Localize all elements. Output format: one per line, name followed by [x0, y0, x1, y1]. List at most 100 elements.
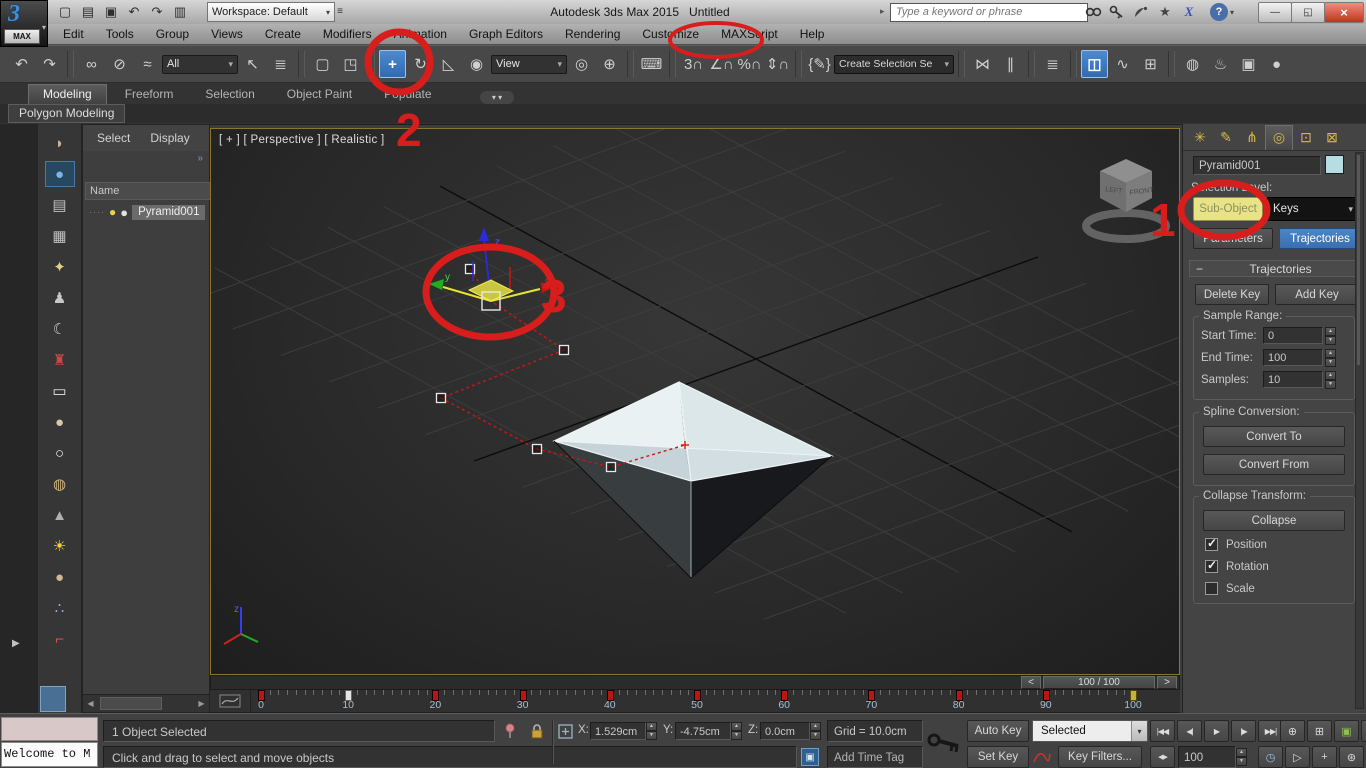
render-setup-button[interactable]: ♨: [1207, 50, 1234, 78]
add-time-tag-field[interactable]: Add Time Tag: [827, 746, 923, 768]
separator[interactable]: [669, 51, 676, 77]
trajectories-rollout-header[interactable]: − Trajectories: [1189, 260, 1359, 277]
select-and-link-button[interactable]: ∞: [78, 50, 105, 78]
menu-item[interactable]: Create: [254, 24, 312, 45]
track-bar-key[interactable]: [956, 690, 963, 701]
menu-item[interactable]: MAXScript: [710, 24, 789, 45]
separator[interactable]: [1070, 51, 1077, 77]
open-file-icon[interactable]: ▤: [77, 2, 99, 22]
menu-item[interactable]: Modifiers: [312, 24, 383, 45]
search-input[interactable]: Type a keyword or phrase: [890, 3, 1088, 22]
toggle-scene-explorer-button[interactable]: ◫: [1081, 50, 1108, 78]
move-gizmo[interactable]: y z x: [429, 227, 554, 310]
parameters-button[interactable]: Parameters: [1193, 228, 1273, 249]
menu-item[interactable]: Group: [145, 24, 200, 45]
samples-spinner[interactable]: ▲▼: [1325, 371, 1336, 388]
menu-item[interactable]: Customize: [631, 24, 710, 45]
restore-button[interactable]: ◱: [1291, 2, 1325, 23]
key-mode-toggle[interactable]: ◀▶: [1150, 746, 1175, 768]
modify-tab[interactable]: ✎: [1213, 125, 1239, 149]
create-tab[interactable]: ✳: [1187, 125, 1213, 149]
left-tool-icon[interactable]: ♟: [45, 285, 75, 311]
convert-from-button[interactable]: Convert From: [1203, 454, 1345, 475]
menu-item[interactable]: Edit: [52, 24, 95, 45]
previous-frame-slider-button[interactable]: <: [1021, 676, 1041, 689]
menu-item[interactable]: Help: [789, 24, 836, 45]
left-tool-icon[interactable]: ▦: [45, 223, 75, 249]
ribbon-tab[interactable]: Populate: [370, 85, 445, 104]
set-key-button[interactable]: Set Key: [967, 746, 1029, 768]
separator[interactable]: [795, 51, 802, 77]
pyramid-object[interactable]: [554, 382, 832, 578]
start-time-spinner[interactable]: ▲▼: [1325, 327, 1336, 344]
ribbon-tab[interactable]: Selection: [191, 85, 268, 104]
ribbon-tab[interactable]: Freeform: [111, 85, 188, 104]
left-tool-icon[interactable]: ▭: [45, 378, 75, 404]
favorites-star-icon[interactable]: ★: [1154, 2, 1176, 22]
track-bar-key[interactable]: [781, 690, 788, 701]
collapse-rollout-icon[interactable]: −: [1196, 262, 1203, 276]
named-selection-sets-field[interactable]: Create Selection Se: [834, 55, 954, 74]
mini-curve-editor-icon[interactable]: [210, 690, 251, 712]
separator[interactable]: [958, 51, 965, 77]
application-menu-button[interactable]: 3 ▾ MAX: [0, 0, 48, 47]
track-bar-key[interactable]: [1130, 690, 1137, 701]
ribbon-config-icon[interactable]: ▾ ▾: [480, 91, 514, 104]
track-bar-key[interactable]: [694, 690, 701, 701]
undo-dropdown-icon[interactable]: ↶: [123, 2, 145, 22]
panel-scrollbar[interactable]: [1355, 152, 1364, 709]
checkbox-row[interactable]: Position: [1205, 538, 1269, 551]
left-tool-icon[interactable]: ●: [45, 161, 75, 187]
left-tool-icon[interactable]: ▲: [45, 502, 75, 528]
unlink-selection-button[interactable]: ⊘: [106, 50, 133, 78]
y-coordinate-field[interactable]: -4.75cm: [675, 722, 731, 740]
key-filters-button[interactable]: Key Filters...: [1058, 746, 1142, 768]
percent-snap-toggle[interactable]: %∩: [736, 50, 763, 78]
separator[interactable]: [298, 51, 305, 77]
scrollbar-thumb[interactable]: [100, 697, 162, 710]
select-and-move-button[interactable]: +: [379, 50, 406, 78]
track-bar-key[interactable]: [432, 690, 439, 701]
pan-view-button[interactable]: +: [1312, 746, 1337, 768]
separator[interactable]: [1028, 51, 1035, 77]
search-icon[interactable]: [1082, 2, 1104, 22]
time-tag-icon[interactable]: ▣: [801, 748, 819, 766]
sign-in-key-icon[interactable]: [1106, 2, 1128, 22]
motion-tab[interactable]: ◎: [1265, 125, 1293, 150]
object-name-field[interactable]: Pyramid001: [1193, 156, 1321, 175]
material-editor-button[interactable]: ◍: [1179, 50, 1206, 78]
trajectory-key[interactable]: [533, 445, 542, 454]
gizmo-y-arrow[interactable]: [429, 279, 444, 290]
ribbon-tab[interactable]: Modeling: [28, 84, 107, 104]
start-time-field[interactable]: 0: [1263, 327, 1323, 344]
menu-item[interactable]: Tools: [95, 24, 145, 45]
x-spinner[interactable]: ▲▼: [646, 722, 657, 740]
selection-level-dropdown[interactable]: Keys ▾: [1267, 197, 1359, 221]
object-name-label[interactable]: Pyramid001: [132, 205, 205, 220]
track-bar-ruler[interactable]: 0102030405060708090100: [252, 690, 1142, 712]
exchange-apps-icon[interactable]: X: [1178, 2, 1200, 22]
select-and-manipulate-button[interactable]: ⊕: [596, 50, 623, 78]
scene-explorer-menu[interactable]: Display: [150, 131, 189, 145]
infocenter-flyout-icon[interactable]: ▸: [880, 6, 885, 17]
left-tool-icon[interactable]: ◍: [45, 471, 75, 497]
separator[interactable]: [368, 51, 375, 77]
trajectory-key[interactable]: [437, 394, 446, 403]
trajectory-key[interactable]: [560, 346, 569, 355]
selection-filter-dropdown[interactable]: All: [162, 55, 238, 74]
left-tool-icon[interactable]: ✦: [45, 254, 75, 280]
track-bar-key[interactable]: [520, 690, 527, 701]
go-to-start-button[interactable]: |◀◀: [1150, 720, 1175, 742]
minimize-button[interactable]: —: [1258, 2, 1292, 23]
time-slider-track[interactable]: < 100 / 100 >: [210, 675, 1180, 690]
menu-item[interactable]: Views: [200, 24, 254, 45]
help-dropdown-icon[interactable]: ▾: [1230, 8, 1234, 17]
help-icon[interactable]: ?: [1210, 3, 1228, 21]
select-and-place-button[interactable]: ◉: [463, 50, 490, 78]
z-spinner[interactable]: ▲▼: [810, 722, 821, 740]
selection-lock-icon[interactable]: [528, 722, 546, 740]
field-of-view-button[interactable]: ▷: [1285, 746, 1310, 768]
redo-button[interactable]: ↷: [36, 50, 63, 78]
left-tool-icon[interactable]: ☾: [45, 316, 75, 342]
viewcube[interactable]: LEFT FRONT: [1086, 159, 1166, 239]
